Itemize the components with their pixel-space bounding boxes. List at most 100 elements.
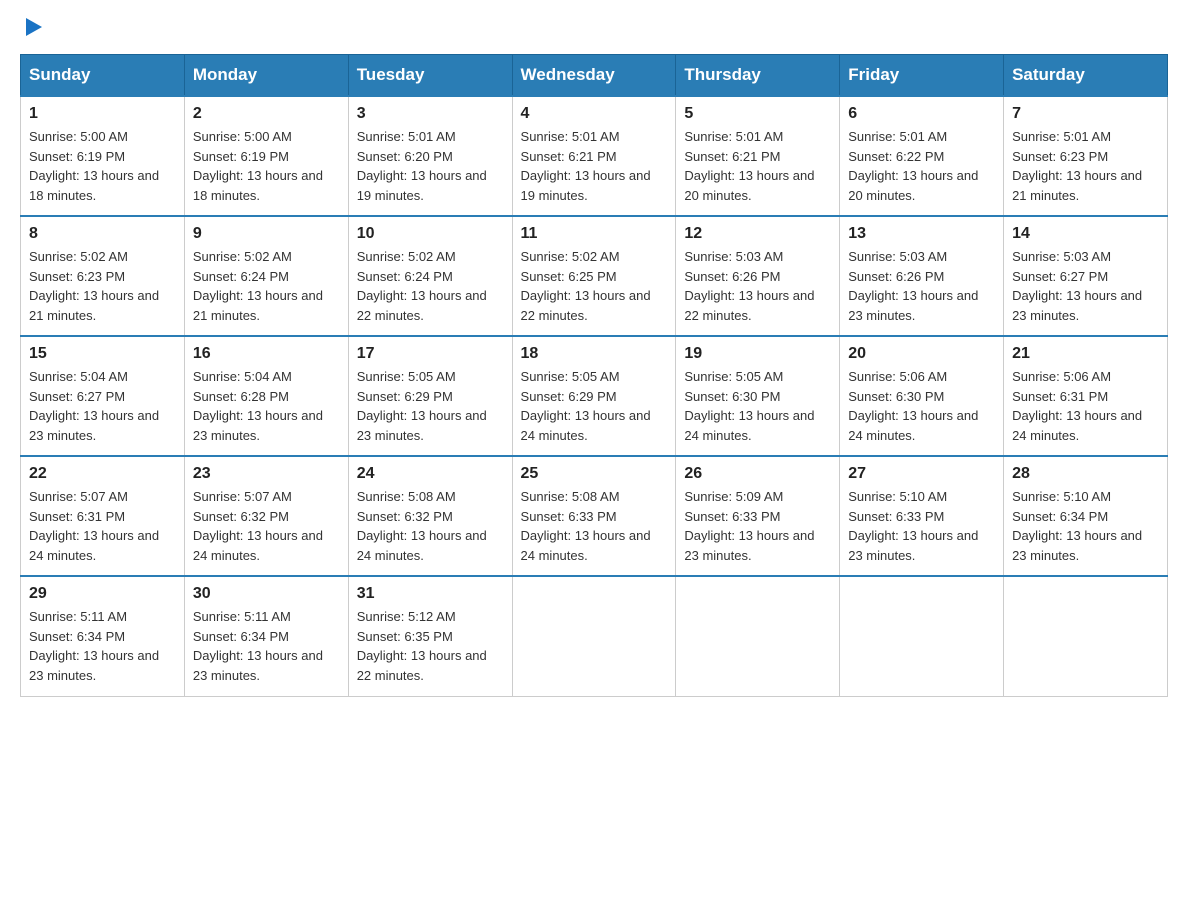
day-number: 19: [684, 345, 831, 363]
weekday-header-tuesday: Tuesday: [348, 55, 512, 97]
day-number: 11: [521, 225, 668, 243]
day-number: 6: [848, 105, 995, 123]
calendar-cell: 22 Sunrise: 5:07 AM Sunset: 6:31 PM Dayl…: [21, 456, 185, 576]
day-number: 21: [1012, 345, 1159, 363]
day-info: Sunrise: 5:00 AM Sunset: 6:19 PM Dayligh…: [193, 127, 340, 205]
calendar-cell: 2 Sunrise: 5:00 AM Sunset: 6:19 PM Dayli…: [184, 96, 348, 216]
calendar-cell: 21 Sunrise: 5:06 AM Sunset: 6:31 PM Dayl…: [1004, 336, 1168, 456]
calendar-cell: 3 Sunrise: 5:01 AM Sunset: 6:20 PM Dayli…: [348, 96, 512, 216]
day-info: Sunrise: 5:10 AM Sunset: 6:34 PM Dayligh…: [1012, 487, 1159, 565]
day-info: Sunrise: 5:07 AM Sunset: 6:31 PM Dayligh…: [29, 487, 176, 565]
day-info: Sunrise: 5:08 AM Sunset: 6:32 PM Dayligh…: [357, 487, 504, 565]
day-number: 31: [357, 585, 504, 603]
calendar-header-row: SundayMondayTuesdayWednesdayThursdayFrid…: [21, 55, 1168, 97]
day-number: 28: [1012, 465, 1159, 483]
day-number: 24: [357, 465, 504, 483]
day-info: Sunrise: 5:03 AM Sunset: 6:26 PM Dayligh…: [684, 247, 831, 325]
day-info: Sunrise: 5:06 AM Sunset: 6:31 PM Dayligh…: [1012, 367, 1159, 445]
day-info: Sunrise: 5:03 AM Sunset: 6:26 PM Dayligh…: [848, 247, 995, 325]
day-number: 5: [684, 105, 831, 123]
day-number: 15: [29, 345, 176, 363]
day-number: 2: [193, 105, 340, 123]
weekday-header-wednesday: Wednesday: [512, 55, 676, 97]
day-info: Sunrise: 5:08 AM Sunset: 6:33 PM Dayligh…: [521, 487, 668, 565]
day-info: Sunrise: 5:11 AM Sunset: 6:34 PM Dayligh…: [193, 607, 340, 685]
day-number: 3: [357, 105, 504, 123]
calendar-cell: 7 Sunrise: 5:01 AM Sunset: 6:23 PM Dayli…: [1004, 96, 1168, 216]
calendar-week-row: 29 Sunrise: 5:11 AM Sunset: 6:34 PM Dayl…: [21, 576, 1168, 696]
calendar-cell: 4 Sunrise: 5:01 AM Sunset: 6:21 PM Dayli…: [512, 96, 676, 216]
day-info: Sunrise: 5:06 AM Sunset: 6:30 PM Dayligh…: [848, 367, 995, 445]
calendar-week-row: 15 Sunrise: 5:04 AM Sunset: 6:27 PM Dayl…: [21, 336, 1168, 456]
page-header: [20, 20, 1168, 38]
day-info: Sunrise: 5:03 AM Sunset: 6:27 PM Dayligh…: [1012, 247, 1159, 325]
calendar-cell: 13 Sunrise: 5:03 AM Sunset: 6:26 PM Dayl…: [840, 216, 1004, 336]
calendar-cell: 6 Sunrise: 5:01 AM Sunset: 6:22 PM Dayli…: [840, 96, 1004, 216]
day-info: Sunrise: 5:07 AM Sunset: 6:32 PM Dayligh…: [193, 487, 340, 565]
calendar-cell: 10 Sunrise: 5:02 AM Sunset: 6:24 PM Dayl…: [348, 216, 512, 336]
calendar-cell: 5 Sunrise: 5:01 AM Sunset: 6:21 PM Dayli…: [676, 96, 840, 216]
day-number: 16: [193, 345, 340, 363]
day-number: 27: [848, 465, 995, 483]
day-number: 18: [521, 345, 668, 363]
day-info: Sunrise: 5:10 AM Sunset: 6:33 PM Dayligh…: [848, 487, 995, 565]
calendar-week-row: 1 Sunrise: 5:00 AM Sunset: 6:19 PM Dayli…: [21, 96, 1168, 216]
calendar-week-row: 22 Sunrise: 5:07 AM Sunset: 6:31 PM Dayl…: [21, 456, 1168, 576]
calendar-cell: 27 Sunrise: 5:10 AM Sunset: 6:33 PM Dayl…: [840, 456, 1004, 576]
calendar-cell: 18 Sunrise: 5:05 AM Sunset: 6:29 PM Dayl…: [512, 336, 676, 456]
day-info: Sunrise: 5:02 AM Sunset: 6:25 PM Dayligh…: [521, 247, 668, 325]
day-info: Sunrise: 5:09 AM Sunset: 6:33 PM Dayligh…: [684, 487, 831, 565]
day-info: Sunrise: 5:05 AM Sunset: 6:30 PM Dayligh…: [684, 367, 831, 445]
day-number: 25: [521, 465, 668, 483]
day-info: Sunrise: 5:05 AM Sunset: 6:29 PM Dayligh…: [521, 367, 668, 445]
calendar-cell: 15 Sunrise: 5:04 AM Sunset: 6:27 PM Dayl…: [21, 336, 185, 456]
day-number: 23: [193, 465, 340, 483]
day-number: 12: [684, 225, 831, 243]
calendar-cell: 17 Sunrise: 5:05 AM Sunset: 6:29 PM Dayl…: [348, 336, 512, 456]
day-info: Sunrise: 5:04 AM Sunset: 6:28 PM Dayligh…: [193, 367, 340, 445]
calendar-cell: 26 Sunrise: 5:09 AM Sunset: 6:33 PM Dayl…: [676, 456, 840, 576]
calendar-week-row: 8 Sunrise: 5:02 AM Sunset: 6:23 PM Dayli…: [21, 216, 1168, 336]
day-info: Sunrise: 5:04 AM Sunset: 6:27 PM Dayligh…: [29, 367, 176, 445]
calendar-cell: [512, 576, 676, 696]
day-number: 7: [1012, 105, 1159, 123]
calendar-cell: 11 Sunrise: 5:02 AM Sunset: 6:25 PM Dayl…: [512, 216, 676, 336]
calendar-cell: 14 Sunrise: 5:03 AM Sunset: 6:27 PM Dayl…: [1004, 216, 1168, 336]
weekday-header-friday: Friday: [840, 55, 1004, 97]
day-number: 29: [29, 585, 176, 603]
day-info: Sunrise: 5:01 AM Sunset: 6:21 PM Dayligh…: [684, 127, 831, 205]
calendar-cell: 16 Sunrise: 5:04 AM Sunset: 6:28 PM Dayl…: [184, 336, 348, 456]
calendar-cell: 8 Sunrise: 5:02 AM Sunset: 6:23 PM Dayli…: [21, 216, 185, 336]
day-info: Sunrise: 5:01 AM Sunset: 6:22 PM Dayligh…: [848, 127, 995, 205]
day-number: 30: [193, 585, 340, 603]
calendar-cell: 12 Sunrise: 5:03 AM Sunset: 6:26 PM Dayl…: [676, 216, 840, 336]
day-number: 8: [29, 225, 176, 243]
day-info: Sunrise: 5:01 AM Sunset: 6:21 PM Dayligh…: [521, 127, 668, 205]
calendar-cell: 24 Sunrise: 5:08 AM Sunset: 6:32 PM Dayl…: [348, 456, 512, 576]
day-info: Sunrise: 5:02 AM Sunset: 6:24 PM Dayligh…: [357, 247, 504, 325]
day-info: Sunrise: 5:11 AM Sunset: 6:34 PM Dayligh…: [29, 607, 176, 685]
day-info: Sunrise: 5:01 AM Sunset: 6:23 PM Dayligh…: [1012, 127, 1159, 205]
calendar-cell: 30 Sunrise: 5:11 AM Sunset: 6:34 PM Dayl…: [184, 576, 348, 696]
logo-triangle-icon: [22, 16, 44, 38]
calendar-cell: 23 Sunrise: 5:07 AM Sunset: 6:32 PM Dayl…: [184, 456, 348, 576]
calendar-cell: 19 Sunrise: 5:05 AM Sunset: 6:30 PM Dayl…: [676, 336, 840, 456]
day-number: 22: [29, 465, 176, 483]
day-info: Sunrise: 5:00 AM Sunset: 6:19 PM Dayligh…: [29, 127, 176, 205]
calendar-cell: [1004, 576, 1168, 696]
day-number: 14: [1012, 225, 1159, 243]
day-number: 13: [848, 225, 995, 243]
day-number: 20: [848, 345, 995, 363]
day-info: Sunrise: 5:02 AM Sunset: 6:24 PM Dayligh…: [193, 247, 340, 325]
day-number: 1: [29, 105, 176, 123]
calendar-cell: 28 Sunrise: 5:10 AM Sunset: 6:34 PM Dayl…: [1004, 456, 1168, 576]
day-info: Sunrise: 5:12 AM Sunset: 6:35 PM Dayligh…: [357, 607, 504, 685]
weekday-header-thursday: Thursday: [676, 55, 840, 97]
calendar-cell: 29 Sunrise: 5:11 AM Sunset: 6:34 PM Dayl…: [21, 576, 185, 696]
day-number: 26: [684, 465, 831, 483]
day-number: 17: [357, 345, 504, 363]
calendar-cell: 25 Sunrise: 5:08 AM Sunset: 6:33 PM Dayl…: [512, 456, 676, 576]
day-info: Sunrise: 5:01 AM Sunset: 6:20 PM Dayligh…: [357, 127, 504, 205]
weekday-header-sunday: Sunday: [21, 55, 185, 97]
calendar-cell: [676, 576, 840, 696]
